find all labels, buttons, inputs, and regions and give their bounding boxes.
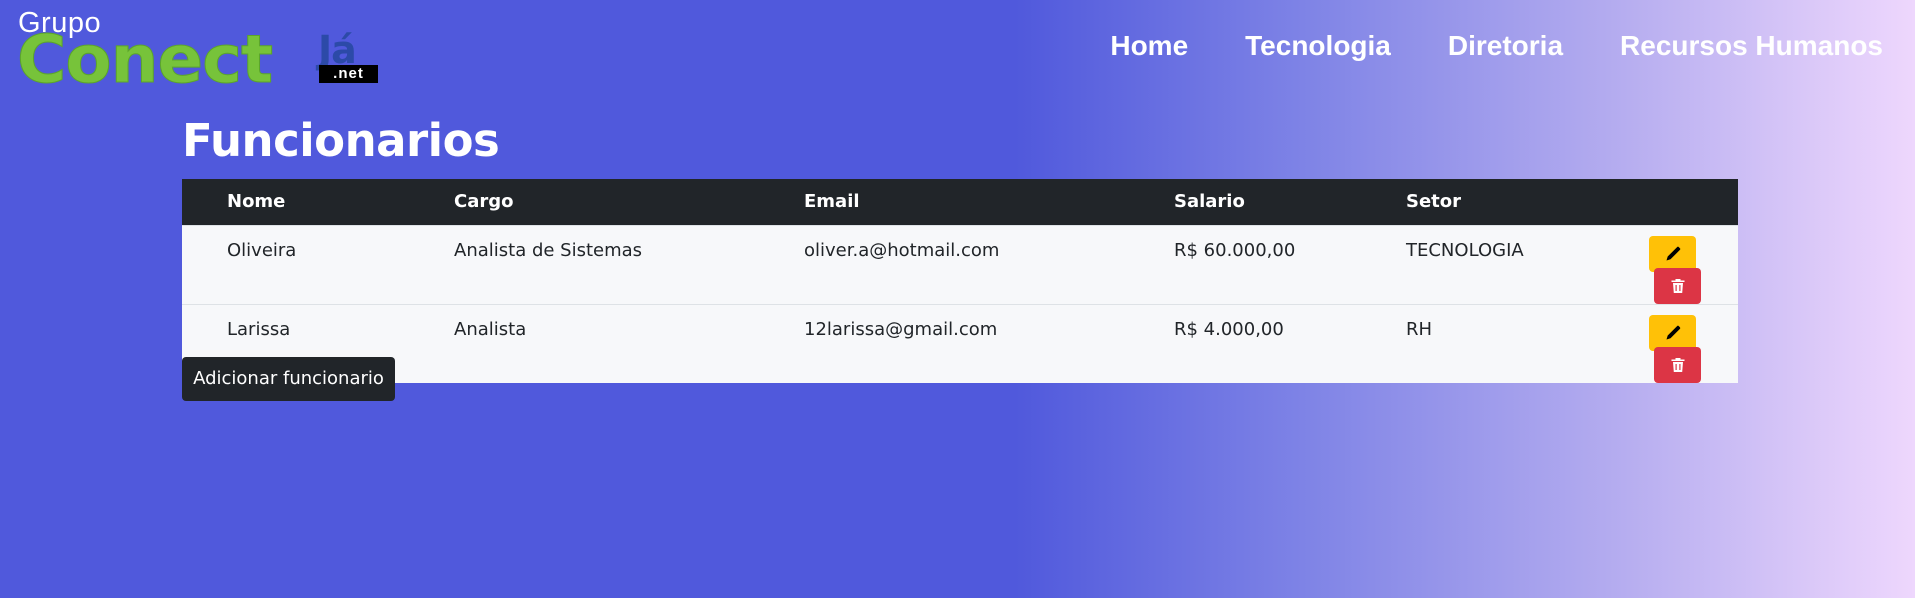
cell-setor: RH (1406, 318, 1433, 340)
logo-brand-text: Conect (16, 21, 273, 98)
cell-nome: Oliveira (227, 239, 297, 261)
trash-icon (1671, 357, 1684, 372)
nav-link-tecnologia[interactable]: Tecnologia (1245, 28, 1391, 64)
column-header-actions (1649, 179, 1738, 225)
column-header-email: Email (804, 191, 860, 213)
column-header-cargo: Cargo (454, 191, 514, 213)
company-logo[interactable]: Grupo Conect Já .net (16, 6, 382, 93)
main-navigation: Home Tecnologia Diretoria Recursos Human… (1053, 28, 1883, 64)
cell-salario: R$ 4.000,00 (1174, 318, 1284, 340)
edit-button[interactable] (1649, 314, 1696, 351)
cell-email: oliver.a@hotmail.com (804, 239, 1000, 261)
logo-suffix-text: Já (318, 28, 357, 72)
cell-cargo: Analista de Sistemas (454, 239, 643, 261)
add-employee-button[interactable]: Adicionar funcionario (182, 357, 395, 401)
cell-actions (1649, 304, 1738, 383)
delete-button[interactable] (1654, 346, 1701, 383)
nav-link-diretoria[interactable]: Diretoria (1448, 28, 1563, 64)
cell-email: 12larissa@gmail.com (804, 318, 998, 340)
trash-icon (1671, 278, 1684, 293)
cell-cargo: Analista (454, 318, 527, 340)
edit-button[interactable] (1649, 235, 1696, 272)
nav-link-recursos-humanos[interactable]: Recursos Humanos (1620, 28, 1883, 64)
column-header-setor: Setor (1406, 191, 1462, 213)
table-row: Larissa Analista 12larissa@gmail.com R$ … (182, 304, 1738, 383)
column-header-nome: Nome (227, 191, 286, 213)
page-title: Funcionarios (182, 114, 500, 167)
column-header-salario: Salario (1174, 191, 1245, 213)
delete-button[interactable] (1654, 267, 1701, 304)
logo-domain-badge: .net (319, 65, 378, 83)
nav-link-home[interactable]: Home (1110, 28, 1188, 64)
pencil-icon (1666, 246, 1680, 260)
cell-setor: TECNOLOGIA (1406, 239, 1524, 261)
table-header-row: Nome Cargo Email Salario Setor (182, 179, 1738, 225)
table-row: Oliveira Analista de Sistemas oliver.a@h… (182, 225, 1738, 304)
cell-actions (1649, 225, 1738, 304)
cell-salario: R$ 60.000,00 (1174, 239, 1296, 261)
pencil-icon (1666, 325, 1680, 339)
employees-table: Nome Cargo Email Salario Setor Oliveira … (182, 179, 1738, 383)
